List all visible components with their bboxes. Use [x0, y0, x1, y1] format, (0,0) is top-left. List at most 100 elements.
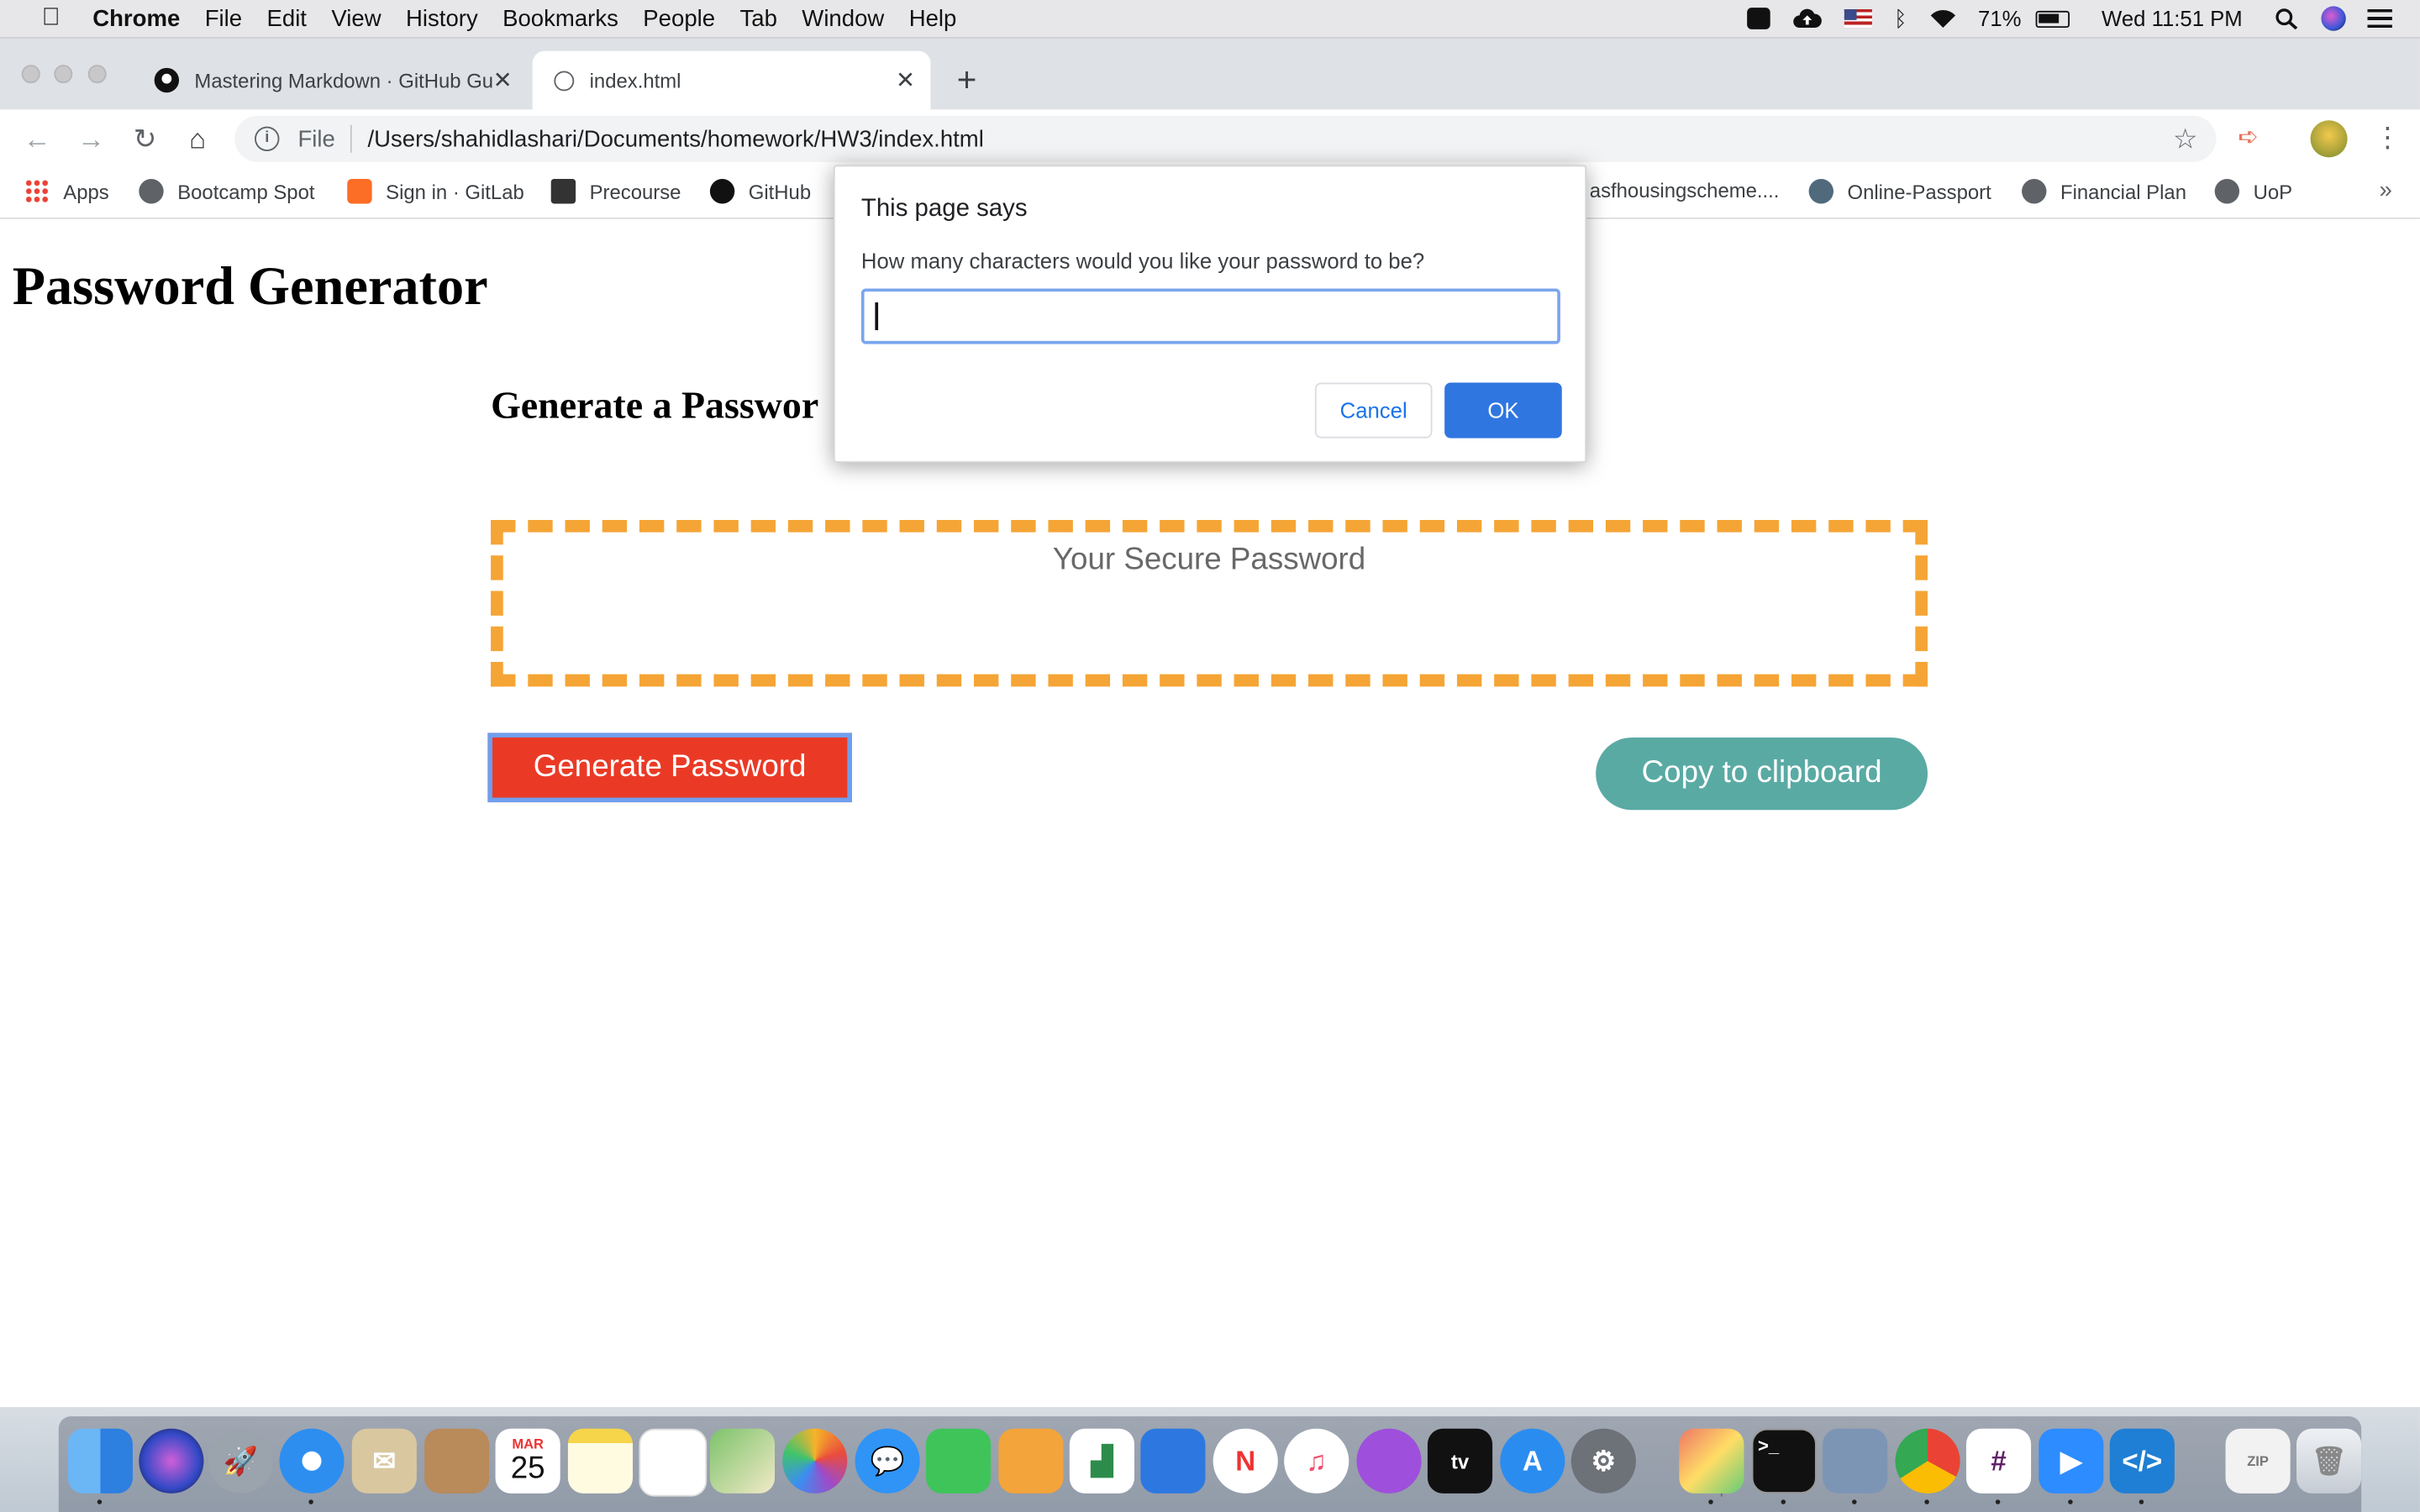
reload-icon[interactable]: ↻ [128, 122, 161, 155]
bluetooth-icon[interactable]: ᛒ [1894, 6, 1907, 30]
url-scheme-label: File [297, 125, 335, 152]
zip-archive-icon[interactable]: ZIP [2225, 1428, 2291, 1494]
bookmark-github[interactable]: GitHub [709, 179, 811, 204]
calendar-icon[interactable]: MAR 25 [495, 1428, 560, 1494]
book-icon [550, 179, 576, 204]
news-icon[interactable]: N [1213, 1428, 1278, 1494]
trash-icon[interactable]: 🗑 [2296, 1428, 2362, 1494]
battery-icon[interactable] [2035, 9, 2070, 28]
menu-tab[interactable]: Tab [739, 5, 776, 31]
terminal-icon[interactable]: >_ [1751, 1428, 1817, 1494]
siri-icon[interactable] [2321, 6, 2346, 31]
battery-percentage[interactable]: 71% [1978, 6, 2021, 30]
extension-icon[interactable]: ➪ [2238, 122, 2269, 153]
bookmark-star-icon[interactable]: ☆ [2173, 123, 2198, 155]
tab-close-icon[interactable]: ✕ [493, 66, 513, 94]
safari-icon[interactable] [279, 1428, 345, 1494]
siri-icon[interactable] [139, 1428, 204, 1494]
bookmark-label: Online-Passport [1847, 179, 1991, 203]
notes-icon[interactable] [567, 1428, 634, 1494]
password-textarea[interactable]: Your Secure Password [491, 519, 1928, 687]
menu-file[interactable]: File [205, 5, 242, 31]
photos-icon[interactable] [782, 1428, 848, 1494]
messages-icon[interactable]: 💬 [855, 1428, 920, 1494]
info-icon[interactable]: i [255, 126, 280, 151]
forward-arrow-icon[interactable]: → [74, 122, 108, 155]
more-menu-icon[interactable]: ⋮ [2374, 122, 2402, 155]
apple-icon[interactable]:  [34, 5, 67, 33]
bookmark-bootcamp-spot[interactable]: Bootcamp Spot [139, 179, 315, 204]
menu-edit[interactable]: Edit [266, 5, 306, 31]
profile-avatar[interactable] [2310, 120, 2348, 158]
tab-index-html[interactable]: index.html ✕ [532, 50, 931, 110]
menu-view[interactable]: View [331, 5, 381, 31]
bookmarks-overflow-icon[interactable]: » [2380, 177, 2392, 203]
text-caret [875, 302, 878, 331]
bookmark-online-passport[interactable]: Online-Passport [1808, 179, 1991, 204]
tab-close-icon[interactable]: ✕ [896, 66, 915, 94]
system-preferences-icon[interactable]: ⚙ [1570, 1428, 1636, 1494]
copy-to-clipboard-button[interactable]: Copy to clipboard [1596, 737, 1928, 811]
back-arrow-icon[interactable]: ← [20, 122, 54, 155]
music-icon[interactable]: ♫ [1284, 1428, 1349, 1494]
window-minimize-button[interactable] [54, 65, 73, 84]
launchpad-icon[interactable]: 🚀 [208, 1428, 274, 1494]
bookmark-apps[interactable]: Apps [24, 179, 109, 204]
mail-icon[interactable]: ✉ [351, 1428, 417, 1494]
spotlight-search-icon[interactable] [2275, 8, 2299, 30]
running-indicator [1852, 1499, 1857, 1504]
ok-button[interactable]: OK [1444, 382, 1562, 438]
bookmark-uop[interactable]: UoP [2214, 179, 2292, 204]
dialog-input[interactable] [860, 288, 1560, 344]
cloud-upload-icon[interactable] [1792, 8, 1823, 29]
globe-icon [554, 70, 575, 91]
maps-icon[interactable] [709, 1428, 776, 1494]
preview-icon[interactable] [1823, 1428, 1888, 1494]
bookmark-financial-plan[interactable]: Financial Plan [2022, 179, 2186, 204]
bookmark-gitlab[interactable]: Sign in · GitLab [347, 179, 524, 204]
bookmark-label: Financial Plan [2060, 179, 2186, 203]
home-icon[interactable]: ⌂ [181, 122, 214, 155]
reminders-icon[interactable] [639, 1428, 708, 1497]
bookmark-asfhousingscheme[interactable]: asfhousingscheme.... [1590, 179, 1780, 202]
bookmark-precourse[interactable]: Precourse [550, 179, 681, 204]
bookmark-label: Precourse [589, 179, 681, 203]
vscode-icon[interactable]: </> [2109, 1428, 2175, 1494]
menu-history[interactable]: History [406, 5, 478, 31]
bookmark-label: Bootcamp Spot [177, 179, 315, 203]
chrome-icon[interactable] [1895, 1428, 1960, 1494]
generate-password-button[interactable]: Generate Password [487, 732, 852, 803]
contacts-icon[interactable] [424, 1428, 490, 1494]
clock[interactable]: Wed 11:51 PM [2102, 6, 2243, 30]
running-indicator [1995, 1499, 2001, 1504]
cancel-button[interactable]: Cancel [1314, 382, 1433, 438]
running-indicator [97, 1499, 103, 1504]
slack-icon[interactable]: # [1965, 1428, 2032, 1494]
menu-chrome[interactable]: Chrome [92, 5, 180, 31]
facetime-icon[interactable] [926, 1428, 992, 1494]
tab-mastering-markdown[interactable]: Mastering Markdown · GitHub Gu ✕ [133, 51, 528, 110]
window-close-button[interactable] [21, 65, 40, 84]
menu-bookmarks[interactable]: Bookmarks [502, 5, 618, 31]
menu-window[interactable]: Window [802, 5, 884, 31]
keynote-icon[interactable] [1140, 1428, 1206, 1494]
numbers-icon[interactable]: ▟ [1069, 1428, 1134, 1494]
grapher-icon[interactable] [1679, 1428, 1744, 1494]
address-bar[interactable]: i File /Users/shahidlashari/Documents/ho… [234, 115, 2217, 162]
finder-icon[interactable] [67, 1428, 133, 1494]
zoom-status-icon[interactable] [1747, 8, 1771, 29]
wifi-icon[interactable] [1928, 8, 1956, 29]
window-zoom-button[interactable] [87, 65, 107, 84]
app-store-icon[interactable]: A [1500, 1428, 1565, 1494]
us-flag-icon[interactable] [1844, 9, 1873, 29]
menu-people[interactable]: People [643, 5, 715, 31]
url-text[interactable]: /Users/shahidlashari/Documents/homework/… [367, 126, 983, 152]
running-indicator [2139, 1499, 2144, 1504]
podcasts-icon[interactable] [1356, 1428, 1422, 1494]
menu-help[interactable]: Help [909, 5, 957, 31]
zoom-icon[interactable]: ▶ [2039, 1428, 2104, 1494]
pages-icon[interactable] [998, 1428, 1064, 1494]
apple-tv-icon[interactable]: tv [1427, 1428, 1493, 1494]
notification-center-icon[interactable] [2367, 9, 2392, 29]
new-tab-button[interactable]: + [957, 60, 977, 101]
